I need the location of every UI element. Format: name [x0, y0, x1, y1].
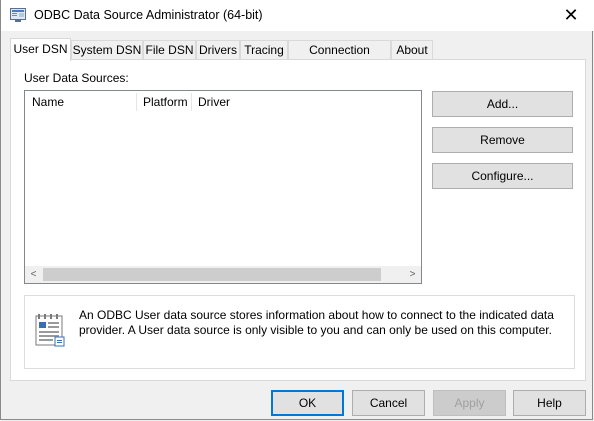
tab-system-dsn[interactable]: System DSN [71, 40, 143, 59]
column-header-name[interactable]: Name [25, 91, 137, 113]
remove-button[interactable]: Remove [432, 127, 573, 153]
info-box: An ODBC User data source stores informat… [24, 295, 575, 369]
column-header-driver[interactable]: Driver [191, 91, 421, 113]
add-button[interactable]: Add... [432, 91, 573, 117]
scroll-left-icon[interactable]: < [25, 266, 42, 283]
tab-connection-pooling[interactable]: Connection Pooling [288, 40, 391, 75]
window-title: ODBC Data Source Administrator (64-bit) [34, 8, 263, 22]
tab-user-dsn[interactable]: User DSN [10, 38, 71, 61]
info-description: An ODBC User data source stores informat… [79, 308, 554, 337]
scroll-right-icon[interactable]: > [404, 266, 421, 283]
help-button[interactable]: Help [513, 390, 586, 416]
cancel-button[interactable]: Cancel [352, 390, 425, 416]
odbc-app-icon [10, 8, 26, 22]
apply-button[interactable]: Apply [433, 390, 506, 416]
dialog-window: ODBC Data Source Administrator (64-bit) … [0, 0, 594, 420]
tab-file-dsn[interactable]: File DSN [143, 40, 196, 59]
ok-button[interactable]: OK [271, 390, 344, 416]
scrollbar-thumb[interactable] [43, 268, 381, 281]
close-icon[interactable]: ✕ [548, 0, 594, 31]
tab-about[interactable]: About [391, 40, 433, 59]
list-header: Name Platform Driver [25, 91, 421, 113]
configure-button[interactable]: Configure... [432, 163, 573, 189]
user-dsn-panel: User Data Sources: Name Platform Driver … [10, 59, 586, 381]
horizontal-scrollbar[interactable]: < > [25, 266, 421, 283]
user-dsn-info-icon [35, 314, 65, 347]
title-bar[interactable]: ODBC Data Source Administrator (64-bit) … [1, 0, 594, 31]
column-header-platform[interactable]: Platform [136, 91, 191, 113]
tab-tracing[interactable]: Tracing [240, 40, 288, 59]
user-data-sources-label: User Data Sources: [24, 71, 129, 85]
tab-drivers[interactable]: Drivers [196, 40, 240, 59]
data-sources-list[interactable]: Name Platform Driver < > [24, 90, 422, 284]
